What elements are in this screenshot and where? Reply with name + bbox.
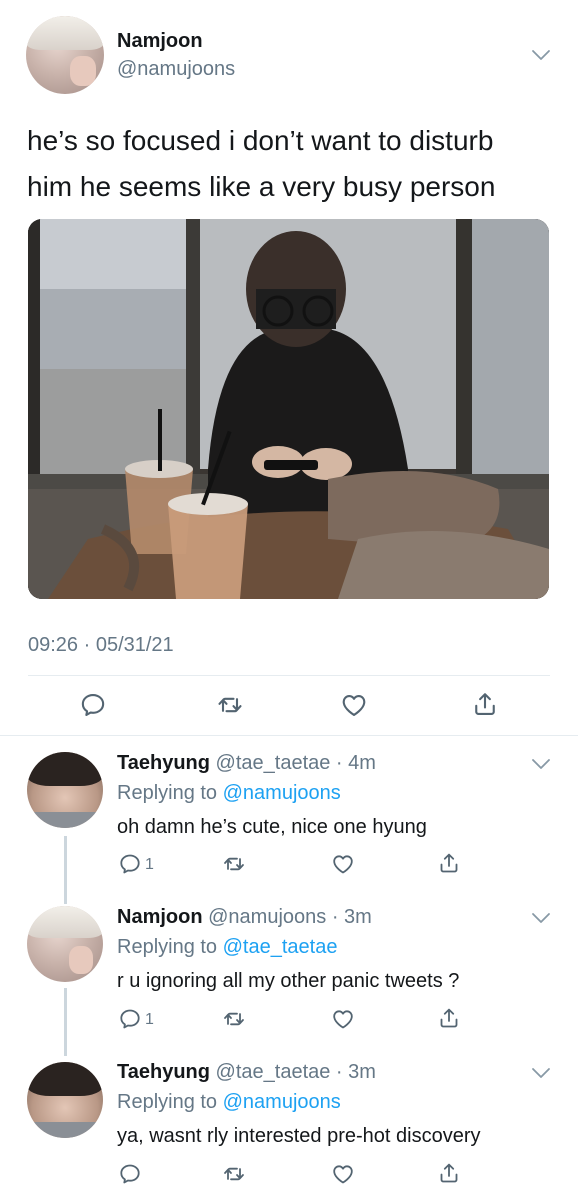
reply-icon[interactable] bbox=[79, 691, 107, 719]
chevron-down-icon[interactable] bbox=[530, 1066, 552, 1080]
author-name[interactable]: Taehyung bbox=[117, 1061, 210, 1083]
reply-text: r u ignoring all my other panic tweets ? bbox=[117, 970, 460, 992]
divider bbox=[28, 675, 550, 676]
replying-to-link[interactable]: @tae_taetae bbox=[223, 936, 338, 958]
author-handle[interactable]: @namujoons · 3m bbox=[208, 906, 372, 928]
avatar[interactable] bbox=[26, 16, 104, 94]
author-handle[interactable]: @tae_taetae · 3m bbox=[216, 1061, 376, 1083]
avatar[interactable] bbox=[27, 906, 103, 982]
share-icon[interactable] bbox=[437, 851, 461, 875]
reply-text: oh damn he’s cute, nice one hyung bbox=[117, 816, 427, 838]
reply-count: 1 bbox=[145, 1011, 154, 1028]
reply-header: Namjoon @namujoons · 3m bbox=[117, 906, 372, 929]
tweet-timestamp[interactable]: 09:26 · 05/31/21 bbox=[28, 634, 174, 657]
share-icon[interactable] bbox=[437, 1006, 461, 1030]
replying-to-label: Replying to bbox=[117, 936, 223, 958]
retweet-icon[interactable] bbox=[222, 1162, 246, 1186]
avatar[interactable] bbox=[27, 1062, 103, 1138]
replying-to: Replying to @namujoons bbox=[117, 1091, 341, 1114]
share-icon[interactable] bbox=[437, 1161, 461, 1185]
photo-image bbox=[28, 219, 549, 599]
like-icon[interactable] bbox=[331, 1007, 355, 1031]
tweet-photo[interactable] bbox=[28, 219, 549, 599]
replying-to-label: Replying to bbox=[117, 782, 223, 804]
reply-icon[interactable] bbox=[118, 1162, 142, 1186]
divider bbox=[0, 735, 578, 736]
tweet-text: he’s so focused i don’t want to disturb … bbox=[27, 118, 495, 210]
reply-icon[interactable] bbox=[118, 852, 142, 876]
author-name[interactable]: Taehyung bbox=[117, 752, 210, 774]
avatar[interactable] bbox=[27, 752, 103, 828]
retweet-icon[interactable] bbox=[222, 852, 246, 876]
reply-header: Taehyung @tae_taetae · 4m bbox=[117, 752, 376, 775]
reply-text: ya, wasnt rly interested pre-hot discove… bbox=[117, 1125, 481, 1147]
chevron-down-icon[interactable] bbox=[530, 757, 552, 771]
reply-header: Taehyung @tae_taetae · 3m bbox=[117, 1061, 376, 1084]
tweet-text-line: he’s so focused i don’t want to disturb bbox=[27, 125, 494, 156]
author-name[interactable]: Namjoon bbox=[117, 906, 203, 928]
like-icon[interactable] bbox=[331, 852, 355, 876]
thread-line bbox=[64, 988, 67, 1056]
replying-to: Replying to @namujoons bbox=[117, 782, 341, 805]
author-handle[interactable]: @namujoons bbox=[117, 58, 235, 81]
retweet-icon[interactable] bbox=[216, 691, 244, 719]
reply-icon[interactable] bbox=[118, 1007, 142, 1031]
author-name[interactable]: Namjoon bbox=[117, 30, 203, 53]
replying-to-link[interactable]: @namujoons bbox=[223, 1091, 341, 1113]
reply-count: 1 bbox=[145, 856, 154, 873]
replying-to-label: Replying to bbox=[117, 1091, 223, 1113]
like-icon[interactable] bbox=[340, 691, 368, 719]
share-icon[interactable] bbox=[471, 690, 499, 718]
replying-to-link[interactable]: @namujoons bbox=[223, 782, 341, 804]
thread-line bbox=[64, 836, 67, 904]
author-handle[interactable]: @tae_taetae · 4m bbox=[216, 752, 376, 774]
replying-to: Replying to @tae_taetae bbox=[117, 936, 337, 959]
chevron-down-icon[interactable] bbox=[530, 48, 552, 62]
tweet-text-line: him he seems like a very busy person bbox=[27, 171, 496, 202]
like-icon[interactable] bbox=[331, 1162, 355, 1186]
retweet-icon[interactable] bbox=[222, 1007, 246, 1031]
chevron-down-icon[interactable] bbox=[530, 911, 552, 925]
